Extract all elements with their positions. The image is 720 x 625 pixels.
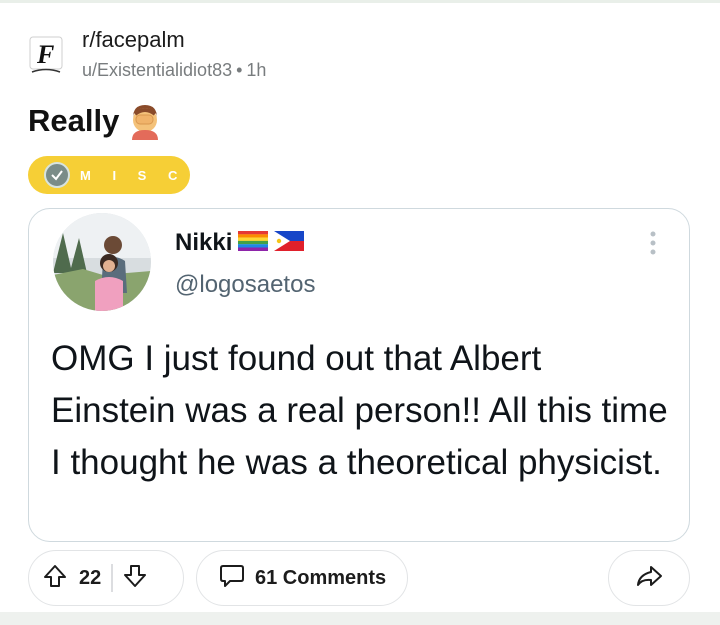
upvote-icon[interactable] xyxy=(43,564,67,593)
vote-separator xyxy=(111,564,113,592)
post-meta: u/Existentialidiot83 • 1h xyxy=(82,60,266,81)
subreddit-icon[interactable]: F xyxy=(28,34,64,74)
comment-icon xyxy=(219,564,245,593)
post-title-text: Really xyxy=(28,103,120,138)
check-icon xyxy=(44,162,70,188)
tweet-user-row: Nikki xyxy=(175,229,305,257)
tweet-handle[interactable]: @logosaetos xyxy=(175,271,315,299)
flair-label: M I S C xyxy=(80,167,187,183)
comments-button[interactable]: 61 Comments xyxy=(196,550,408,606)
comments-label: 61 Comments xyxy=(255,566,387,589)
vote-control: 22 xyxy=(28,550,184,606)
philippines-flag-icon xyxy=(274,230,305,256)
downvote-icon[interactable] xyxy=(123,564,147,593)
vote-count: 22 xyxy=(79,566,102,589)
more-options-icon[interactable] xyxy=(649,229,657,257)
facepalm-emoji xyxy=(127,102,163,140)
svg-text:F: F xyxy=(36,40,54,69)
post-flair[interactable]: M I S C xyxy=(28,156,190,194)
top-divider xyxy=(0,0,720,3)
meta-separator: • xyxy=(236,60,243,80)
post-age: 1h xyxy=(246,60,267,80)
tweet-card[interactable]: Nikki @logosaetos OMG I just found out t… xyxy=(28,208,690,542)
bottom-divider xyxy=(0,612,720,625)
rainbow-flag-icon xyxy=(238,230,269,256)
avatar xyxy=(53,213,151,311)
tweet-display-name[interactable]: Nikki xyxy=(175,229,232,257)
subreddit-name[interactable]: r/facepalm xyxy=(82,27,185,53)
tweet-text: OMG I just found out that Albert Einstei… xyxy=(51,339,668,482)
share-button[interactable] xyxy=(608,550,690,606)
share-icon xyxy=(635,564,663,593)
post-author[interactable]: u/Existentialidiot83 xyxy=(82,60,232,80)
post-title[interactable]: Really xyxy=(28,102,163,140)
